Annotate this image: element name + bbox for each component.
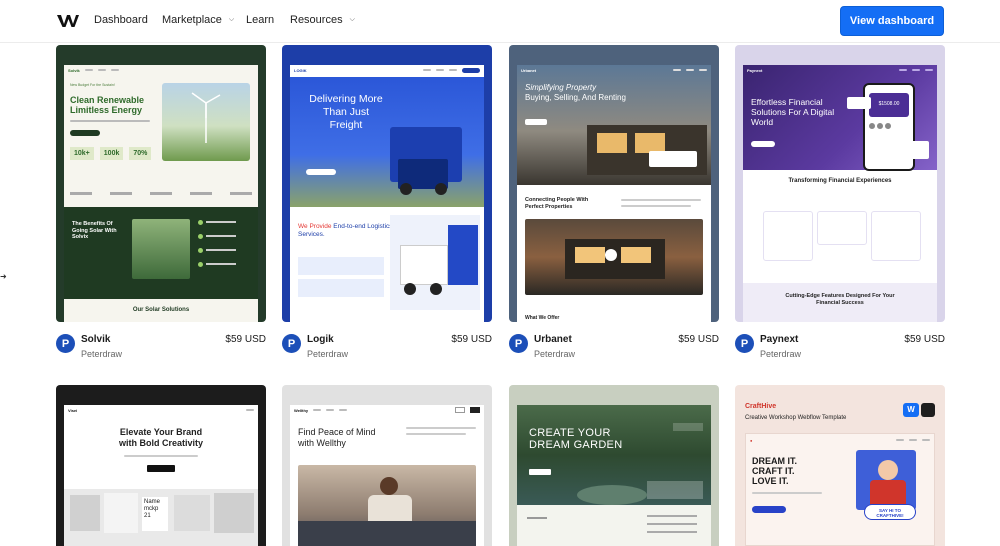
template-preview: Solvik New Budget For the Sustain! Clean… [64, 65, 258, 322]
template-name[interactable]: Logik [307, 334, 334, 345]
template-preview: ● DREAM IT. CRAFT IT. LOVE IT. SAY HI TO… [745, 433, 935, 546]
template-name[interactable]: Paynext [760, 334, 798, 345]
preview-brand: CraftHive [745, 403, 777, 410]
house-image [525, 219, 703, 295]
template-preview: Urbanet Simplifying Property Buying, Sel… [517, 65, 711, 322]
preview-nav: Visei [64, 405, 258, 415]
template-price: $59 USD [678, 334, 719, 345]
template-preview: LOGIK Delivering More Than Just Freight … [290, 65, 484, 322]
template-meta: P Logik Peterdraw $59 USD [282, 332, 492, 364]
preview-headline: Find Peace of Mind with Wellthy [298, 427, 376, 448]
template-preview: CREATE YOUR DREAM GARDEN [517, 405, 711, 546]
info-strip [517, 505, 711, 546]
template-meta: P Urbanet Peterdraw $59 USD [509, 332, 719, 364]
speech-bubble: SAY HI TO CRAFTHIVE! [864, 504, 916, 520]
template-preview: Visei Elevate Your Brand with Bold Creat… [64, 405, 258, 546]
author-avatar[interactable]: P [56, 334, 75, 353]
preview-brand: Wellthy [294, 407, 309, 413]
features-heading: Cutting-Edge Features Designed For Your … [785, 293, 895, 306]
preview-stats: 10k+ 100k 70% [70, 147, 152, 160]
template-thumbnail[interactable]: CREATE YOUR DREAM GARDEN [509, 385, 719, 546]
webflow-badge-icon: W [903, 403, 919, 417]
template-thumbnail[interactable]: Visei Elevate Your Brand with Bold Creat… [56, 385, 266, 546]
template-price: $59 USD [451, 334, 492, 345]
template-thumbnail[interactable]: Solvik New Budget For the Sustain! Clean… [56, 45, 266, 322]
preview-nav: Urbanet [517, 65, 711, 75]
template-thumbnail[interactable]: LOGIK Delivering More Than Just Freight … [282, 45, 492, 322]
nav-marketplace-label: Marketplace [162, 14, 222, 26]
author-avatar[interactable]: P [509, 334, 528, 353]
figma-badge-icon [921, 403, 935, 417]
webflow-logo-icon[interactable] [57, 13, 79, 29]
preview-headline: Clean Renewable Limitless Energy [70, 95, 145, 115]
preview-tagline: New Budget For the Sustain! [70, 83, 115, 87]
nav-learn[interactable]: Learn [246, 14, 274, 26]
template-price: $59 USD [225, 334, 266, 345]
template-meta: P Solvik Peterdraw $59 USD [56, 332, 266, 364]
template-thumbnail[interactable]: CraftHive Creative Workshop Webflow Temp… [735, 385, 945, 546]
partner-logos [70, 183, 252, 203]
preview-nav: Solvik [64, 65, 258, 75]
template-label: Creative Workshop Webflow Template [745, 415, 847, 421]
nav-resources[interactable]: Resources ⌵ [290, 14, 355, 26]
top-navigation: Dashboard Marketplace ⌵ Learn Resources … [0, 0, 1000, 43]
mockup-gallery: Name mckp 21 [64, 489, 258, 546]
hero-photo [298, 465, 476, 546]
hero-truck-image: Delivering More Than Just Freight [290, 77, 484, 207]
nav-dashboard-label: Dashboard [94, 14, 148, 26]
preview-brand: Solvik [68, 67, 80, 73]
preview-brand: Urbanet [521, 67, 537, 73]
template-thumbnail[interactable]: Wellthy Find Peace of Mind with Wellthy [282, 385, 492, 546]
footer-heading: What We Offer [525, 315, 560, 321]
chevron-down-icon: ⌵ [349, 16, 355, 23]
author-avatar[interactable]: P [282, 334, 301, 353]
template-thumbnail[interactable]: Paynext Effortless Financial Solutions F… [735, 45, 945, 322]
template-price: $59 USD [904, 334, 945, 345]
nav-marketplace[interactable]: Marketplace ⌵ [162, 14, 234, 26]
view-dashboard-button[interactable]: View dashboard [840, 6, 944, 36]
template-name[interactable]: Urbanet [534, 334, 572, 345]
author-avatar[interactable]: P [735, 334, 754, 353]
preview-nav: Wellthy [290, 405, 484, 415]
preview-brand: Visei [68, 407, 78, 413]
preview-nav: LOGIK [290, 65, 484, 75]
garden-hero-image: CREATE YOUR DREAM GARDEN [517, 405, 711, 505]
template-author[interactable]: Peterdraw [81, 349, 122, 359]
hero-section: Paynext Effortless Financial Solutions F… [743, 65, 937, 171]
section-heading: Transforming Financial Experiences [788, 178, 892, 184]
chevron-down-icon: ⌵ [228, 16, 235, 23]
preview-nav: ● [746, 434, 934, 446]
truck-side-image [390, 215, 480, 310]
template-author[interactable]: Peterdraw [534, 349, 575, 359]
arrow-right-icon: ➜ [0, 272, 7, 281]
template-thumbnail[interactable]: Urbanet Simplifying Property Buying, Sel… [509, 45, 719, 322]
nav-dashboard[interactable]: Dashboard [94, 14, 148, 26]
template-meta: P Paynext Peterdraw $59 USD [735, 332, 945, 364]
preview-headline: DREAM IT. CRAFT IT. LOVE IT. [752, 456, 797, 486]
template-author[interactable]: Peterdraw [307, 349, 348, 359]
template-name[interactable]: Solvik [81, 334, 110, 345]
hero-house-image: Urbanet Simplifying Property Buying, Sel… [517, 65, 711, 185]
section-heading: Connecting People With Perfect Propertie… [525, 197, 589, 210]
preview-nav: Paynext [743, 65, 937, 75]
nav-resources-label: Resources [290, 14, 343, 26]
nav-learn-label: Learn [246, 14, 275, 26]
wind-turbine-image [162, 83, 250, 161]
template-author[interactable]: Peterdraw [760, 349, 801, 359]
preview-brand: LOGIK [294, 67, 307, 73]
illustration [856, 450, 916, 510]
template-preview: Paynext Effortless Financial Solutions F… [743, 65, 937, 322]
preview-headline: Elevate Your Brand with Bold Creativity [118, 427, 203, 448]
template-preview: Wellthy Find Peace of Mind with Wellthy [290, 405, 484, 546]
benefits-section: The Benefits Of Going Solar With Solvix … [64, 207, 258, 322]
preview-brand: Paynext [747, 67, 763, 73]
